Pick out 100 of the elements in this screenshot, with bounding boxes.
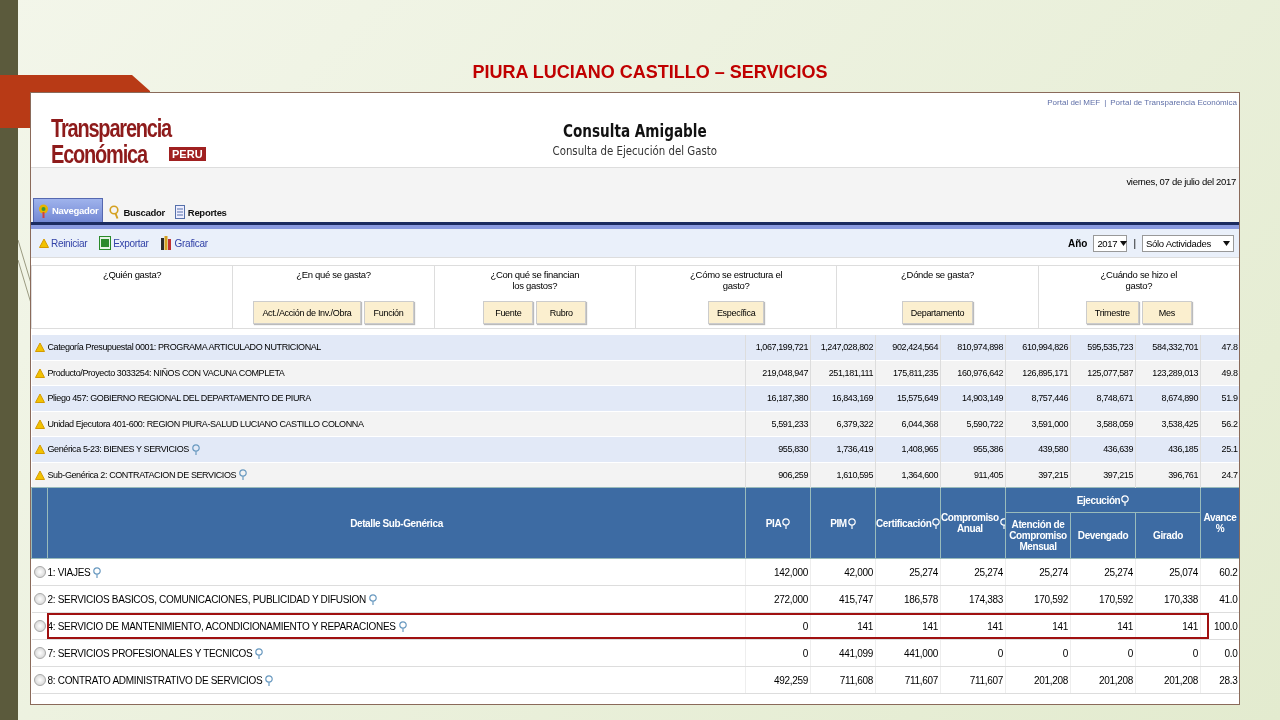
triangle-icon: [34, 393, 45, 404]
table-cell: 439,580: [1005, 436, 1071, 462]
column-header: Compromiso Anual: [940, 487, 1006, 559]
question-label: ¿Cómo se estructura el gasto?: [689, 269, 784, 291]
pin-icon: [93, 566, 102, 578]
table-cell: 25,274: [1005, 558, 1071, 586]
toolbar-link[interactable]: Exportar: [96, 236, 152, 250]
triangle-icon: [34, 342, 45, 353]
table-cell: 141: [1135, 612, 1201, 640]
table-cell: 1,736,419: [810, 436, 876, 462]
dimension-button[interactable]: Rubro: [536, 301, 587, 324]
radio-button[interactable]: [33, 674, 46, 686]
slide-title: PIURA LUCIANO CASTILLO – SERVICIOS: [471, 61, 829, 84]
column-header: Certificación: [875, 487, 941, 559]
dimension-button[interactable]: Función: [363, 301, 414, 324]
toolbar-link[interactable]: Graficar: [157, 236, 211, 250]
table-cell: 126,895,171: [1005, 360, 1071, 386]
toolbar-link[interactable]: Reiniciar: [36, 237, 91, 249]
table-cell: 51.9: [1200, 385, 1239, 411]
table-cell: 170,592: [1070, 585, 1136, 613]
radio-button[interactable]: [33, 620, 46, 632]
dimension-button[interactable]: Departamento: [901, 301, 974, 324]
table-cell: 141: [875, 612, 941, 640]
filter-select[interactable]: Sólo Actividades: [1142, 234, 1234, 252]
table-cell: 186,578: [875, 585, 941, 613]
portal-link[interactable]: Portal del MEF: [1047, 98, 1101, 107]
table-cell: 436,185: [1135, 436, 1201, 462]
table-cell: 902,424,564: [875, 334, 941, 360]
table-cell: 0.0: [1200, 639, 1239, 667]
table-cell: 8,748,671: [1070, 385, 1136, 411]
table-cell: 251,181,111: [810, 360, 876, 386]
portal-link[interactable]: Portal de Transparencia Económica: [1110, 98, 1237, 107]
column-header: Devengado: [1070, 512, 1136, 559]
dimension-button[interactable]: Act./Acción de Inv./Obra: [253, 301, 361, 324]
column-header: PIA: [745, 487, 811, 559]
books-icon: [160, 236, 173, 250]
table-cell: 175,811,235: [875, 360, 941, 386]
table-cell: 16,187,380: [745, 385, 811, 411]
dimension-button[interactable]: Mes: [1141, 301, 1192, 324]
row-label: 8: CONTRATO ADMINISTRATIVO DE SERVICIOS: [47, 674, 263, 686]
table-cell: 0: [940, 639, 1006, 667]
table-cell: 60.2: [1200, 558, 1239, 586]
table-cell: 272,000: [745, 585, 811, 613]
table-cell: 201,208: [1005, 666, 1071, 694]
year-select[interactable]: 2017: [1093, 234, 1128, 252]
table-cell: 174,383: [940, 585, 1006, 613]
table-cell: 8,674,890: [1135, 385, 1201, 411]
radio-button[interactable]: [33, 647, 46, 659]
date-text: viernes, 07 de julio del 2017: [31, 168, 1239, 196]
table-cell: 42,000: [810, 558, 876, 586]
breadcrumb-label: Categoría Presupuestal 0001: PROGRAMA ARTICULADO NUTRICIONAL: [47, 342, 321, 353]
question-label: ¿Con qué se financian los gastos?: [489, 269, 581, 291]
table-cell: 3,538,425: [1135, 411, 1201, 437]
table-cell: 711,608: [810, 666, 876, 694]
table-cell: 1,067,199,721: [745, 334, 811, 360]
breadcrumb-label: Genérica 5-23: BIENES Y SERVICIOS: [47, 444, 189, 455]
table-cell: 595,535,723: [1070, 334, 1136, 360]
table-cell: 610,994,826: [1005, 334, 1071, 360]
spreadsheet-icon: [99, 236, 112, 250]
table-cell: 16,843,169: [810, 385, 876, 411]
table-cell: 25,274: [1070, 558, 1136, 586]
question-label: ¿En qué se gasta?: [295, 269, 372, 280]
radio-button[interactable]: [33, 566, 46, 578]
caret-icon: [1120, 240, 1128, 246]
table-cell: 441,099: [810, 639, 876, 667]
triangle-icon: [34, 367, 45, 378]
table-cell: 0: [1070, 639, 1136, 667]
table-cell: 25,274: [875, 558, 941, 586]
triangle-icon: [34, 444, 45, 455]
table-cell: 141: [1070, 612, 1136, 640]
table-cell: 123,289,013: [1135, 360, 1201, 386]
radio-button[interactable]: [33, 593, 46, 605]
table-cell: 6,044,368: [875, 411, 941, 437]
pin-icon: [369, 593, 377, 605]
pin-icon: [255, 647, 264, 659]
table-cell: 141: [940, 612, 1006, 640]
dimension-button[interactable]: Fuente: [483, 301, 534, 324]
caret-icon: [1223, 240, 1230, 246]
breadcrumb-label: Pliego 457: GOBIERNO REGIONAL DEL DEPARTAMENTO DE PIURA: [47, 393, 311, 404]
dimension-button[interactable]: Trimestre: [1085, 301, 1139, 324]
table-cell: 170,338: [1135, 585, 1201, 613]
table-cell: 5,590,722: [940, 411, 1006, 437]
tab[interactable]: Buscador: [105, 202, 169, 222]
breadcrumb-label: Unidad Ejecutora 401-600: REGION PIURA-SALUD LUCIANO CASTILLO COLONNA: [47, 418, 364, 429]
table-cell: 49.8: [1200, 360, 1239, 386]
table-cell: 219,048,947: [745, 360, 811, 386]
dimension-button[interactable]: Específica: [707, 301, 765, 324]
breadcrumb-label: Producto/Proyecto 3033254: NIÑOS CON VACUNA COMPLETA: [47, 367, 285, 378]
page-subtitle: Consulta de Ejecución del Gasto: [552, 144, 718, 158]
column-header: Ejecución: [1005, 487, 1201, 513]
table-cell: 47.8: [1200, 334, 1239, 360]
table-cell: 14,903,149: [940, 385, 1006, 411]
table-cell: 100.0: [1200, 612, 1239, 640]
table-cell: 8,757,446: [1005, 385, 1071, 411]
logo-text: Económica: [51, 141, 148, 167]
tab[interactable]: Reportes: [170, 202, 231, 222]
logo-text: Transparencia: [51, 115, 171, 141]
row-label: 7: SERVICIOS PROFESIONALES Y TECNICOS: [47, 647, 253, 659]
pin-icon: [398, 620, 407, 632]
question-label: ¿Dónde se gasta?: [900, 269, 975, 280]
